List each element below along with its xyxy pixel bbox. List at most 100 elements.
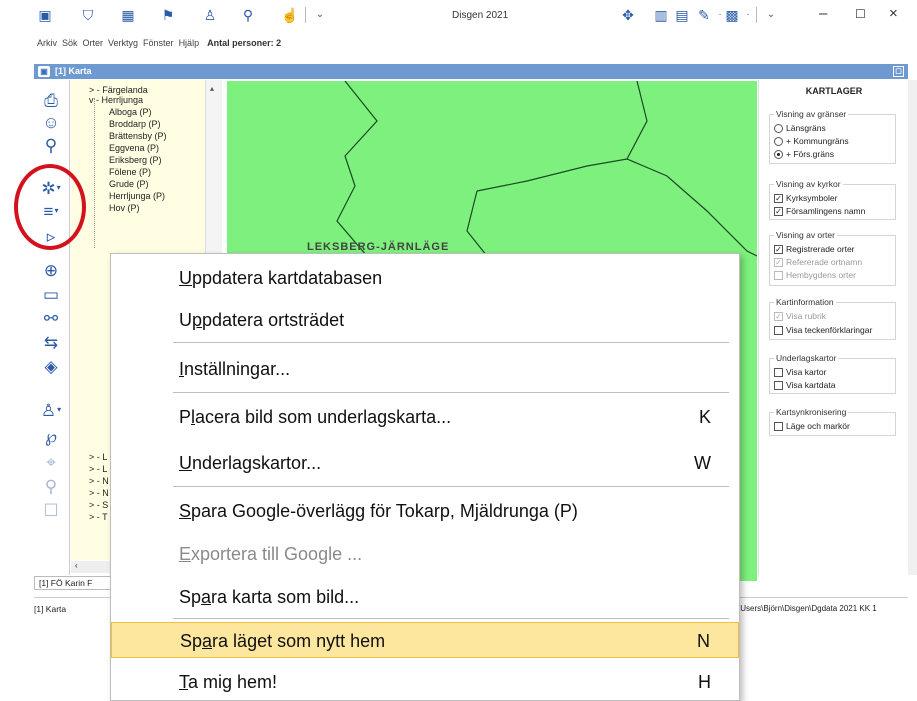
tree-node-collapsed[interactable]: > - N	[89, 476, 109, 486]
tree-leaf[interactable]: Hov (P)	[109, 203, 140, 213]
window-scrollbar[interactable]	[908, 80, 917, 575]
checkbox-icon	[774, 421, 783, 431]
menu-item-label: Uppdatera ortsträdet	[179, 310, 345, 330]
person-pin-icon[interactable]: ⚲	[240, 7, 256, 23]
menu-separator	[173, 618, 729, 619]
radio-kommungrans[interactable]: + Kommungräns	[774, 136, 849, 146]
tree-leaf[interactable]: Fölene (P)	[109, 167, 151, 177]
hand-icon[interactable]: ☝	[281, 7, 298, 23]
calendar-icon[interactable]: ▦	[120, 7, 136, 23]
grid-icon[interactable]: ▩	[724, 7, 740, 23]
document-tab[interactable]: [1] FÖ Karin F	[34, 576, 112, 590]
pointer-icon[interactable]: ▹	[39, 226, 63, 246]
person-pin-icon[interactable]: ♙ ▾	[39, 400, 63, 420]
menu-item-take-me-home[interactable]: Ta mig hem! H	[111, 664, 739, 700]
group-label: Kartsynkronisering	[774, 407, 849, 417]
radio-icon	[774, 136, 783, 146]
check-registrerade-orter[interactable]: ✓ Registrerade orter	[774, 244, 855, 254]
persons-count: Antal personer: 2	[207, 38, 282, 48]
check-visa-teckenforklaringar[interactable]: Visa teckenförklaringar	[774, 325, 872, 335]
tree-node-collapsed[interactable]: > - L	[89, 452, 107, 462]
menu-separator	[173, 486, 729, 487]
menu-item-update-place-tree[interactable]: Uppdatera ortsträdet	[111, 302, 739, 338]
menu-verktyg[interactable]: Verktyg	[108, 38, 138, 52]
menu-item-place-image-as-underlay[interactable]: Placera bild som underlagskarta... K	[111, 399, 739, 435]
menu-sok[interactable]: Sök	[62, 38, 78, 52]
maximize-icon[interactable]: ☐	[855, 8, 866, 20]
tree-horizontal-scrollbar[interactable]: ‹	[71, 561, 111, 573]
tree-node-collapsed[interactable]: > - S	[89, 500, 108, 510]
settings-gear-icon[interactable]: ✲ ▾	[39, 178, 63, 198]
menu-item-shortcut: K	[698, 407, 711, 427]
radio-icon	[774, 123, 783, 133]
pen-icon[interactable]: ✎	[696, 7, 712, 23]
map-window-title: [1] Karta	[55, 66, 92, 76]
dropdown-arrow-icon[interactable]: ⌄	[312, 7, 328, 23]
person-search-icon[interactable]: ♙	[202, 7, 218, 23]
menu-item-underlay-maps[interactable]: Underlagskartor... W	[111, 445, 739, 481]
menu-arkiv[interactable]: Arkiv	[37, 38, 57, 52]
tree-leaf[interactable]: Eggvena (P)	[109, 143, 159, 153]
print-icon[interactable]: ⎙	[39, 90, 63, 110]
print-preview-icon[interactable]: ▤	[674, 7, 690, 23]
menu-item-label: Spara Google-överlägg för Tokarp, Mjäldr…	[179, 501, 578, 521]
tree-leaf[interactable]: Alboga (P)	[109, 107, 152, 117]
radio-forsgrans[interactable]: + Förs.gräns	[774, 149, 834, 159]
layers-icon[interactable]: ◈	[39, 356, 63, 376]
tree-node-expander[interactable]: v - Herrljunga	[89, 95, 143, 105]
close-icon[interactable]: ×	[889, 6, 898, 21]
checkbox-icon	[774, 270, 783, 280]
tree-node-collapsed[interactable]: > - N	[89, 488, 109, 498]
person-icon[interactable]: ☺	[39, 112, 63, 132]
tree-leaf[interactable]: Grude (P)	[109, 179, 149, 189]
tree-leaf[interactable]: Herrljunga (P)	[109, 191, 165, 201]
ruler-icon[interactable]: ▭	[39, 284, 63, 304]
dropdown-arrow-icon[interactable]: ·	[740, 7, 756, 23]
menu-item-label: Placera bild som underlagskarta...	[179, 407, 452, 427]
tree-leaf[interactable]: Brättensby (P)	[109, 131, 167, 141]
tree-leaf[interactable]: Broddarp (P)	[109, 119, 161, 129]
menu-item-save-google-overlay[interactable]: Spara Google-överlägg för Tokarp, Mjäldr…	[111, 493, 739, 529]
tree-node-collapsed[interactable]: > - T	[89, 512, 108, 522]
tree-leaf[interactable]: Eriksberg (P)	[109, 155, 162, 165]
check-kyrksymboler[interactable]: ✓ Kyrksymboler	[774, 193, 837, 203]
menu-fonster[interactable]: Fönster	[143, 38, 174, 52]
menu-hjalp[interactable]: Hjälp	[179, 38, 200, 52]
filter-icon[interactable]: ⛉	[80, 7, 96, 23]
connect-icon[interactable]: ℘	[39, 426, 63, 446]
menu-item-save-map-as-image[interactable]: Spara karta som bild...	[111, 579, 739, 615]
map-place-label: LEKSBERG-JÄRNLÄGE	[307, 241, 450, 253]
menu-orter[interactable]: Orter	[83, 38, 104, 52]
menu-item-update-map-db[interactable]: Uppdatera kartdatabasen	[111, 260, 739, 296]
tree-node-expander[interactable]: > - Färgelanda	[89, 85, 148, 95]
dropdown-arrow-icon[interactable]: ⌄	[763, 7, 779, 23]
check-forsamlingens-namn[interactable]: ✓ Församlingens namn	[774, 206, 865, 216]
map-menu-icon[interactable]: ≡ ▾	[39, 201, 63, 221]
menu-item-settings[interactable]: Inställningar...	[111, 351, 739, 387]
radio-lansgrans[interactable]: Länsgräns	[774, 123, 826, 133]
map-window-titlebar: ▣ [1] Karta ▢	[34, 64, 908, 79]
menu-item-save-position-as-home[interactable]: Spara läget som nytt hem N	[111, 622, 739, 658]
check-visa-kartdata[interactable]: Visa kartdata	[774, 380, 835, 390]
flag-icon[interactable]: ⚑	[160, 7, 176, 23]
check-lage-och-markor[interactable]: Läge och markör	[774, 421, 850, 431]
menu-item-shortcut: W	[694, 453, 711, 473]
signpost-icon[interactable]: ⇆	[39, 332, 63, 352]
tree-node-collapsed[interactable]: > - L	[89, 464, 107, 474]
search-icon[interactable]: ⚲	[39, 135, 63, 155]
minimize-icon[interactable]: –	[819, 6, 827, 21]
layout-icon[interactable]: ▥	[653, 7, 669, 23]
scroll-left-icon[interactable]: ‹	[75, 561, 78, 570]
locate-person-icon[interactable]: ⚲	[39, 476, 63, 496]
checkbox-icon	[774, 325, 783, 335]
check-visa-kartor[interactable]: Visa kartor	[774, 367, 826, 377]
route-icon[interactable]: ⚯	[39, 308, 63, 328]
frame-icon[interactable]: ☐	[39, 500, 63, 520]
zoom-icon[interactable]: ⊕	[39, 260, 63, 280]
crosshair-icon[interactable]: ⌖	[39, 452, 63, 472]
scroll-up-icon[interactable]: ▴	[210, 84, 214, 93]
group-label: Visning av orter	[774, 230, 837, 240]
move-icon[interactable]: ✥	[620, 7, 636, 23]
window-restore-icon[interactable]: ▢	[893, 66, 904, 77]
menu-item-label: Exportera till Google ...	[179, 544, 363, 564]
